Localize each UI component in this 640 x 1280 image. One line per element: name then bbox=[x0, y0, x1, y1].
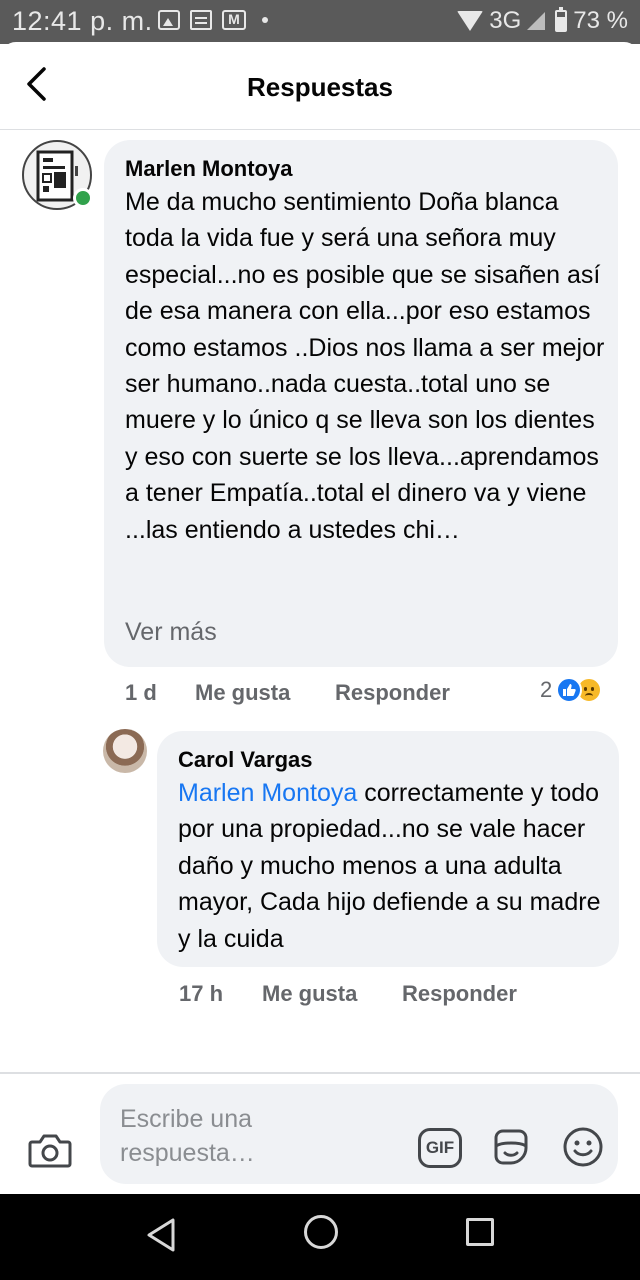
network-type: 3G bbox=[489, 7, 522, 34]
image-icon bbox=[158, 10, 180, 30]
sticker-icon bbox=[494, 1129, 528, 1165]
see-more-link[interactable]: Ver más bbox=[125, 618, 217, 647]
camera-button[interactable] bbox=[28, 1132, 72, 1170]
reply-button[interactable]: Responder bbox=[335, 680, 535, 706]
system-nav-bar bbox=[0, 1194, 640, 1280]
emoji-icon bbox=[563, 1127, 603, 1167]
reply-composer: Escribe una respuesta… GIF bbox=[0, 1072, 640, 1194]
emoji-button[interactable] bbox=[562, 1126, 604, 1168]
like-reaction-icon bbox=[556, 677, 583, 703]
reply-time[interactable]: 17 h bbox=[179, 981, 262, 1007]
reply-avatar[interactable] bbox=[103, 729, 147, 773]
comment-time[interactable]: 1 d bbox=[125, 680, 195, 706]
reply-input[interactable]: Escribe una respuesta… GIF bbox=[100, 1084, 618, 1184]
status-right: 3G 73 % bbox=[457, 7, 628, 35]
signal-icon bbox=[527, 12, 546, 30]
gif-icon[interactable]: GIF bbox=[418, 1128, 462, 1168]
header: Respuestas bbox=[0, 42, 640, 130]
comment-author[interactable]: Marlen Montoya bbox=[125, 156, 292, 182]
news-icon bbox=[190, 10, 212, 30]
reaction-summary[interactable]: 2 bbox=[540, 677, 603, 703]
gmail-icon: M bbox=[222, 10, 246, 30]
reply-actions: 17 h Me gusta Responder bbox=[179, 981, 602, 1007]
nav-recents-icon[interactable] bbox=[466, 1218, 494, 1246]
sticker-button[interactable] bbox=[490, 1126, 532, 1168]
comment-bubble: Marlen Montoya Me da mucho sentimiento D… bbox=[104, 140, 618, 667]
status-time: 12:41 p. m. bbox=[12, 6, 153, 36]
reply-bubble: Carol Vargas Marlen Montoya correctament… bbox=[157, 731, 619, 967]
status-bar: 12:41 p. m. M 3G 73 % bbox=[0, 0, 640, 44]
page-title: Respuestas bbox=[247, 72, 393, 102]
reply-input-placeholder: Escribe una respuesta… bbox=[120, 1105, 255, 1167]
reply-text: Marlen Montoya correctamente y todo por … bbox=[178, 775, 618, 957]
battery-level: 73 % bbox=[573, 7, 628, 34]
nav-back-icon bbox=[147, 1218, 175, 1252]
comment-actions: 1 d Me gusta Responder bbox=[125, 680, 535, 706]
online-status-dot bbox=[73, 188, 93, 208]
comment-text: Me da mucho sentimiento Doña blanca toda… bbox=[125, 188, 605, 544]
battery-icon bbox=[555, 7, 568, 32]
reaction-count: 2 bbox=[540, 677, 553, 702]
dot-icon bbox=[262, 17, 268, 23]
reply-like-button[interactable]: Me gusta bbox=[262, 981, 402, 1007]
camera-icon bbox=[28, 1134, 72, 1168]
notification-icons: M bbox=[158, 10, 268, 30]
nav-home-icon[interactable] bbox=[304, 1215, 338, 1249]
wifi-icon bbox=[457, 11, 484, 31]
like-button[interactable]: Me gusta bbox=[195, 680, 335, 706]
mention-link[interactable]: Marlen Montoya bbox=[178, 779, 357, 807]
nav-back-button[interactable] bbox=[145, 1216, 177, 1254]
reply-author[interactable]: Carol Vargas bbox=[178, 747, 313, 773]
reply-reply-button[interactable]: Responder bbox=[402, 981, 602, 1007]
